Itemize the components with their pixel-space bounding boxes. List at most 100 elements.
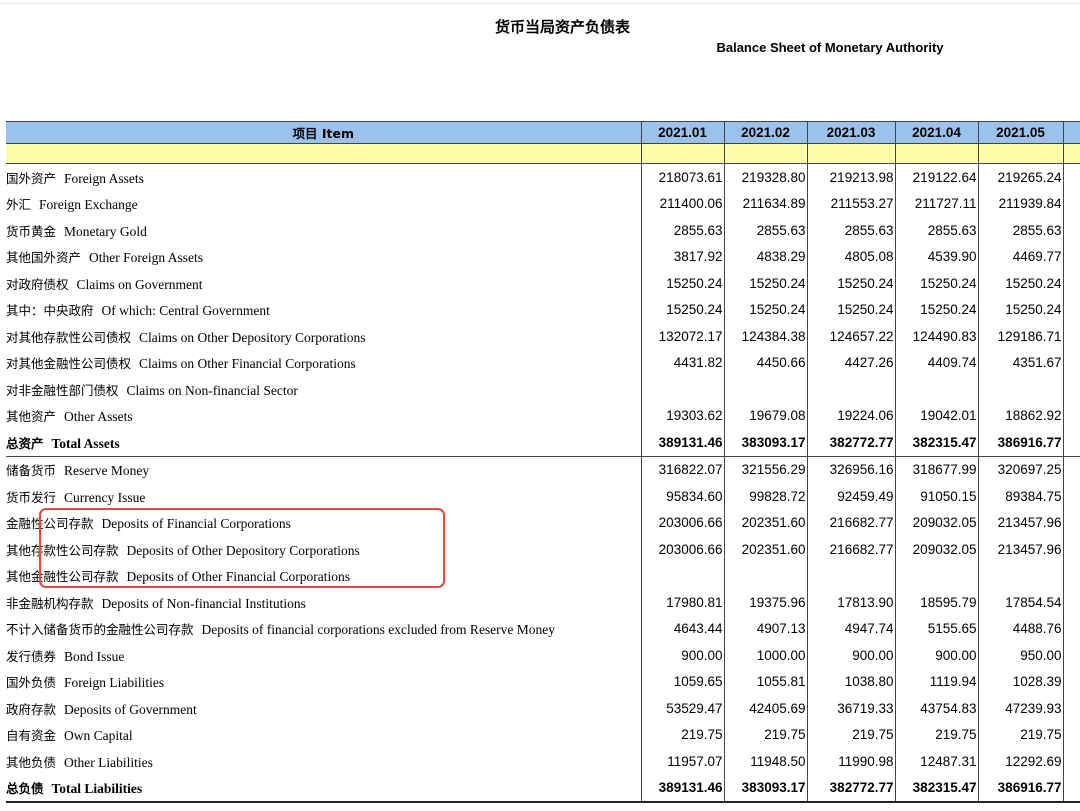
value-cell: 15250.24 <box>807 296 896 323</box>
table-row: 其他国外资产 Other Foreign Assets 3817.92 4838.29… <box>6 243 1080 270</box>
value-cell: 15250.24 <box>641 270 725 297</box>
row-label-english: Deposits of Government <box>64 701 197 717</box>
value-cell: 11948.50 <box>724 748 808 775</box>
value-cell: 1038.80 <box>807 668 896 695</box>
row-label: 货币发行 Currency Issue <box>6 483 642 510</box>
value-cell: 5155.65 <box>895 615 979 642</box>
value-cell: 4907.13 <box>724 615 808 642</box>
table-header-row: 项目 Item 2021.01 2021.02 2021.03 2021.04 … <box>6 121 1080 144</box>
value-cell: 219265.24 <box>978 163 1064 191</box>
value-cell <box>807 562 896 589</box>
value-cell: 2855.63 <box>978 217 1064 244</box>
row-label-english: Claims on Other Financial Corporations <box>139 356 356 372</box>
row-label-chinese: 货币发行 <box>6 489 57 505</box>
row-label-english: Deposits of Non-financial Institutions <box>101 595 306 611</box>
table-row: 发行债券 Bond Issue 900.00 1000.00 900.00 900.00 9… <box>6 642 1080 669</box>
row-label: 总资产 Total Assets <box>6 429 642 457</box>
row-label: 国外资产 Foreign Assets <box>6 163 642 191</box>
value-cell: 382772.77 <box>807 429 896 457</box>
value-cell: 382772.77 <box>807 774 896 803</box>
value-cell: 2855.63 <box>641 217 725 244</box>
row-label-chinese: 外汇 <box>6 197 32 213</box>
row-label: 其他国外资产 Other Foreign Assets <box>6 243 642 270</box>
table-row: 不计入储备货币的金融性公司存款 Deposits of financial cor… <box>6 615 1080 642</box>
value-cell: 12487.31 <box>895 748 979 775</box>
row-label-english: Bond Issue <box>64 648 125 664</box>
table-row: 货币发行 Currency Issue 95834.60 99828.72 92459.… <box>6 483 1080 510</box>
edge-cell <box>1063 403 1080 430</box>
table-row: 非金融机构存款 Deposits of Non-financial Institu… <box>6 589 1080 616</box>
row-label-chinese: 其他金融性公司存款 <box>6 569 119 585</box>
value-cell: 15250.24 <box>895 270 979 297</box>
value-cell: 389131.46 <box>641 429 725 457</box>
value-cell: 4643.44 <box>641 615 725 642</box>
value-cell <box>641 376 725 403</box>
value-cell: 4838.29 <box>724 243 808 270</box>
value-cell: 92459.49 <box>807 483 896 510</box>
value-cell: 320697.25 <box>978 456 1064 483</box>
top-rule <box>0 3 1080 4</box>
value-cell: 383093.17 <box>724 429 808 457</box>
value-cell: 203006.66 <box>641 509 725 536</box>
table-row: 国外负债 Foreign Liabilities 1059.65 1055.81 103… <box>6 668 1080 696</box>
row-label-chinese: 国外资产 <box>6 170 57 186</box>
value-cell: 203006.66 <box>641 536 725 563</box>
period-header: 2021.01 <box>641 121 725 144</box>
total-row: 总资产 Total Assets 389131.46 383093.17 382772.… <box>6 429 1080 457</box>
row-label-english: Deposits of Other Financial Corporations <box>126 569 350 585</box>
value-cell <box>978 376 1064 403</box>
value-cell: 326956.16 <box>807 456 896 483</box>
value-cell: 218073.61 <box>641 163 725 191</box>
value-cell: 211553.27 <box>807 190 896 217</box>
value-cell: 12292.69 <box>978 748 1064 775</box>
edge-cell <box>1063 695 1080 722</box>
period-header: 2021.02 <box>724 121 808 144</box>
row-label: 国外负债 Foreign Liabilities <box>6 668 642 695</box>
row-label: 金融性公司存款 Deposits of Financial Corporation… <box>6 509 642 536</box>
value-cell: 4409.74 <box>895 349 979 376</box>
value-cell: 219.75 <box>978 721 1064 748</box>
table-row: 自有资金 Own Capital 219.75 219.75 219.75 219.75 2… <box>6 721 1080 748</box>
row-label-english: Claims on Non-financial Sector <box>126 382 298 398</box>
value-cell: 202351.60 <box>724 536 808 563</box>
value-cell: 2855.63 <box>895 217 979 244</box>
table-row: 金融性公司存款 Deposits of Financial Corporation… <box>6 509 1080 536</box>
edge-cell <box>1063 669 1080 696</box>
value-cell: 132072.17 <box>641 323 725 350</box>
value-cell: 900.00 <box>807 642 896 669</box>
row-label-chinese: 其他负债 <box>6 754 57 770</box>
value-cell: 89384.75 <box>978 483 1064 510</box>
value-cell: 213457.96 <box>978 509 1064 536</box>
title-english-text: Balance Sheet of Monetary Authority <box>716 40 944 55</box>
table-row: 其中：中央政府 Of which: Central Government 15250… <box>6 296 1080 323</box>
row-label: 发行债券 Bond Issue <box>6 642 642 669</box>
row-label-chinese: 自有资金 <box>6 728 57 744</box>
table-row: 对非金融性部门债权 Claims on Non-financial Sector <box>6 376 1080 403</box>
value-cell: 2855.63 <box>724 217 808 244</box>
table-row: 政府存款 Deposits of Government 53529.47 42405.… <box>6 695 1080 722</box>
row-label-chinese: 对政府债权 <box>6 276 69 292</box>
edge-cell <box>1063 270 1080 297</box>
value-cell: 1059.65 <box>641 668 725 695</box>
edge-cell <box>1063 483 1080 510</box>
value-cell: 17980.81 <box>641 589 725 616</box>
row-label-chinese: 发行债券 <box>6 648 57 664</box>
value-cell: 15250.24 <box>724 270 808 297</box>
row-label-chinese: 其他国外资产 <box>6 250 82 266</box>
edge-cell <box>1063 642 1080 669</box>
row-label-chinese: 不计入储备货币的金融性公司存款 <box>6 622 194 638</box>
value-cell <box>724 562 808 589</box>
row-label-english: Foreign Exchange <box>39 197 138 213</box>
value-cell: 382315.47 <box>895 774 979 803</box>
row-label-chinese: 货币黄金 <box>6 223 57 239</box>
table-row: 其他金融性公司存款 Deposits of Other Financial Cor… <box>6 562 1080 589</box>
value-cell: 47239.93 <box>978 695 1064 722</box>
row-label-english: Total Assets <box>51 435 120 451</box>
value-cell: 15250.24 <box>895 296 979 323</box>
row-label-chinese: 国外负债 <box>6 675 57 691</box>
value-cell: 11957.07 <box>641 748 725 775</box>
value-cell: 389131.46 <box>641 774 725 803</box>
row-label-chinese: 总负债 <box>6 781 44 797</box>
value-cell: 1119.94 <box>895 668 979 695</box>
value-cell: 19679.08 <box>724 402 808 429</box>
